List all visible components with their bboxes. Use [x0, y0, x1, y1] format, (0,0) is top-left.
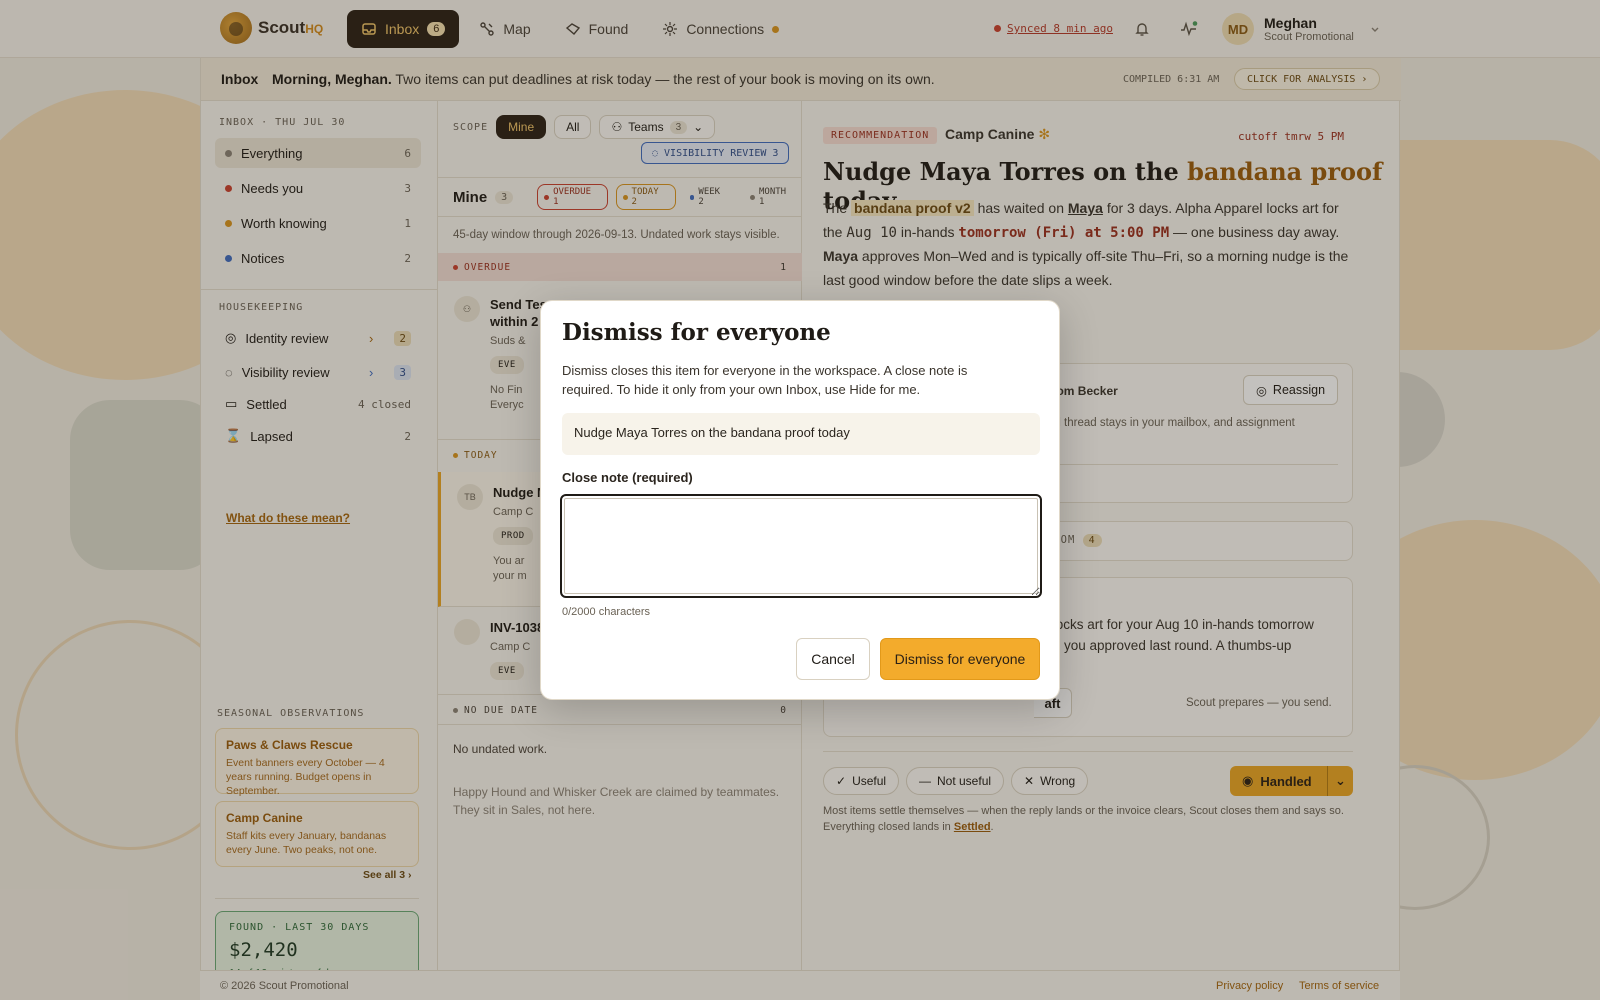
dismiss-confirm-button[interactable]: Dismiss for everyone	[880, 638, 1040, 680]
char-count: 0/2000 characters	[562, 606, 651, 618]
close-note-input[interactable]	[560, 494, 1042, 598]
dialog-item-title: Nudge Maya Torres on the bandana proof t…	[562, 413, 1040, 455]
dialog-title: Dismiss for everyone	[562, 319, 831, 346]
close-note-label: Close note (required)	[562, 470, 693, 485]
dismiss-dialog: Dismiss for everyone Dismiss closes this…	[540, 300, 1060, 700]
cancel-button[interactable]: Cancel	[796, 638, 870, 680]
dialog-description: Dismiss closes this item for everyone in…	[562, 363, 968, 397]
